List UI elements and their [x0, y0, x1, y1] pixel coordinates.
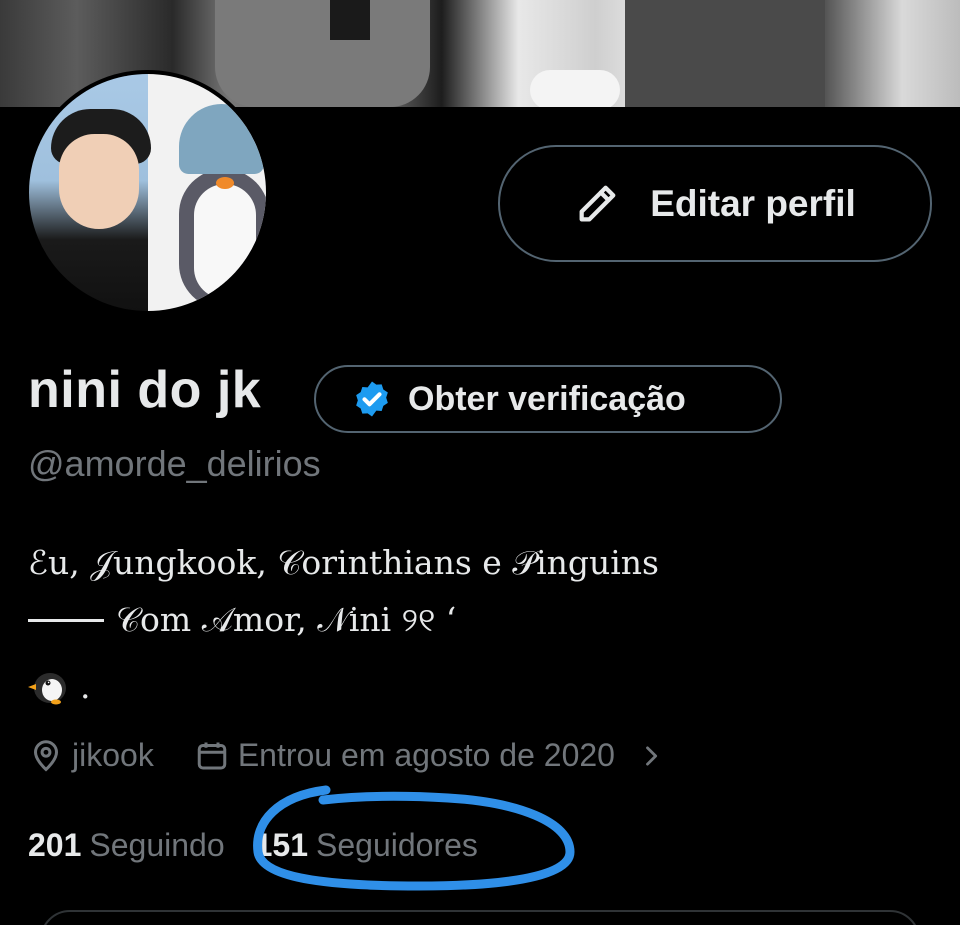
- bio-line-3: .: [28, 664, 91, 708]
- following-label: Seguindo: [89, 827, 225, 863]
- pencil-icon: [579, 185, 616, 221]
- bio-line-3-text: .: [80, 666, 91, 706]
- profile-name: nini do jk: [28, 361, 262, 419]
- following-link[interactable]: 201 Seguindo: [28, 827, 225, 864]
- avatar-penguin-belly: [194, 184, 256, 299]
- get-verified-button[interactable]: Obter verificação: [314, 365, 782, 433]
- following-count: 201: [28, 827, 82, 863]
- profile-handle: @amorde_delirios: [28, 443, 321, 484]
- bio-line-2-text: 𝒞om 𝒜mor, 𝒩ini ୨୧ ‘: [116, 600, 457, 639]
- verified-badge-icon: [356, 381, 388, 417]
- chevron-right-icon: [646, 745, 658, 766]
- avatar[interactable]: [25, 70, 270, 315]
- location: jikook: [28, 737, 154, 774]
- profile-meta-row: jikook Entrou em agosto de 2020: [28, 737, 665, 774]
- calendar-icon: [197, 742, 227, 769]
- bio-line-1: ℰu, 𝒥ungkook, 𝒞orinthians e 𝒫inguins: [28, 543, 659, 582]
- hand-drawn-highlight-circle: [253, 785, 575, 891]
- banner-figure-shape: [330, 0, 370, 40]
- location-pin-icon: [33, 739, 59, 772]
- banner-figure-shape: [530, 70, 620, 107]
- edit-profile-button[interactable]: Editar perfil: [498, 145, 932, 262]
- avatar-face: [59, 134, 139, 229]
- penguin-emoji-icon: [28, 673, 66, 705]
- get-verified-label: Obter verificação: [408, 379, 686, 418]
- banner-figure-shape: [625, 0, 825, 107]
- bio-line-2: 𝒞om 𝒜mor, 𝒩ini ୨୧ ‘: [28, 600, 456, 640]
- bio-dash-divider: [28, 618, 104, 622]
- avatar-penguin-beak: [216, 177, 234, 189]
- edit-profile-label: Editar perfil: [650, 182, 856, 224]
- tab-bar-outline: [40, 910, 920, 925]
- location-text: jikook: [72, 737, 154, 773]
- joined-date[interactable]: Entrou em agosto de 2020: [194, 737, 665, 774]
- joined-date-text: Entrou em agosto de 2020: [237, 737, 615, 773]
